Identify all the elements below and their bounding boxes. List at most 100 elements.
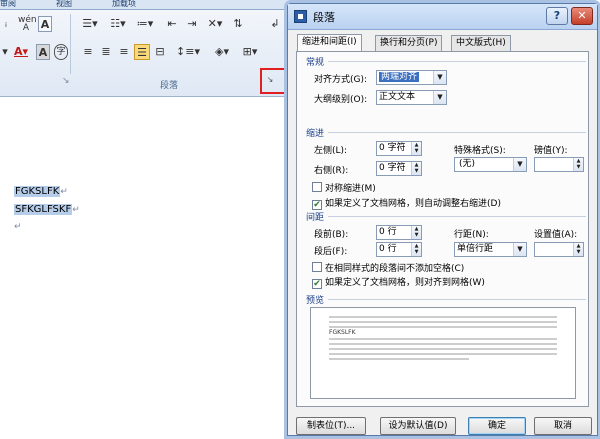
spin-arrows-icon[interactable]: ▲ ▼ bbox=[411, 226, 421, 239]
ok-button[interactable]: 确定 bbox=[468, 417, 526, 435]
tab-indent-spacing[interactable]: 缩进和间距(I) bbox=[297, 34, 362, 52]
indent-by-label: 磅值(Y): bbox=[534, 146, 568, 156]
preview-line bbox=[329, 316, 557, 318]
ribbon-separator bbox=[70, 14, 71, 74]
format-painter-icon[interactable]: ᵢ bbox=[0, 16, 12, 32]
outline-level-select[interactable]: 正文文本 ▼ bbox=[376, 90, 447, 105]
preview-line bbox=[329, 338, 557, 340]
chinese-layout-icon[interactable]: ✕▾ bbox=[204, 16, 226, 32]
dialog-title: 段落 bbox=[313, 11, 335, 24]
cancel-button[interactable]: 取消 bbox=[534, 417, 592, 435]
ribbon-tab-review[interactable]: 审阅 bbox=[0, 0, 16, 9]
alignment-select[interactable]: 两端对齐 ▼ bbox=[376, 70, 447, 85]
space-after-spinner[interactable]: 0 行 ▲ ▼ bbox=[376, 242, 422, 257]
no-space-same-style-checkbox[interactable]: 在相同样式的段落间不添加空格(C) bbox=[312, 261, 464, 274]
align-left-icon[interactable]: ≡ bbox=[80, 44, 96, 60]
section-divider bbox=[328, 216, 586, 217]
preview-line bbox=[329, 348, 557, 350]
spin-arrows-icon[interactable]: ▲ ▼ bbox=[411, 142, 421, 155]
space-after-label: 段后(F): bbox=[314, 247, 348, 257]
font-group-launcher-icon[interactable]: ↘ bbox=[62, 76, 70, 86]
preview-line bbox=[329, 321, 557, 323]
spacing-at-label: 设置值(A): bbox=[534, 230, 578, 240]
char-border-icon[interactable]: A bbox=[38, 16, 52, 32]
preview-line bbox=[329, 343, 557, 345]
mirror-indent-label: 对称缩进(M) bbox=[325, 184, 376, 194]
decrease-indent-icon[interactable]: ⇤ bbox=[164, 16, 180, 32]
distribute-icon[interactable]: ⊟ bbox=[152, 44, 168, 60]
checkmark-icon: ✔ bbox=[312, 200, 322, 210]
numbering-icon[interactable]: ☷▾ bbox=[106, 16, 130, 32]
align-right-icon[interactable]: ≡ bbox=[116, 44, 132, 60]
sort-icon[interactable]: ⇅ bbox=[230, 16, 246, 32]
chevron-down-icon: ▼ bbox=[433, 71, 446, 84]
spin-arrows-icon[interactable]: ▲ ▼ bbox=[573, 158, 583, 171]
line-spacing-select[interactable]: 单倍行距 ▼ bbox=[454, 242, 527, 257]
right-indent-label: 右侧(R): bbox=[314, 166, 349, 176]
bullets-icon[interactable]: ☰▾ bbox=[78, 16, 102, 32]
set-default-button[interactable]: 设为默认值(D) bbox=[380, 417, 456, 435]
space-before-value: 0 行 bbox=[379, 227, 397, 237]
special-indent-select[interactable]: (无) ▼ bbox=[454, 157, 527, 172]
close-button[interactable]: ✕ bbox=[571, 7, 593, 25]
line-spacing-label: 行距(N): bbox=[454, 230, 489, 240]
tab-line-page-breaks[interactable]: 换行和分页(P) bbox=[375, 35, 443, 51]
tabs-button[interactable]: 制表位(T)... bbox=[296, 417, 366, 435]
indent-by-spinner[interactable]: ▲ ▼ bbox=[534, 157, 584, 172]
section-spacing: 间距 bbox=[306, 213, 325, 223]
font-color-icon[interactable]: A▾ bbox=[10, 44, 32, 60]
left-indent-value: 0 字符 bbox=[379, 143, 406, 153]
align-center-icon[interactable]: ≣ bbox=[98, 44, 114, 60]
spacing-at-spinner[interactable]: ▲ ▼ bbox=[534, 242, 584, 257]
no-space-same-style-label: 在相同样式的段落间不添加空格(C) bbox=[325, 264, 465, 274]
char-shading-icon[interactable]: A bbox=[36, 44, 50, 60]
spin-arrows-icon[interactable]: ▲ ▼ bbox=[573, 243, 583, 256]
right-indent-spinner[interactable]: 0 字符 ▲ ▼ bbox=[376, 161, 422, 176]
preview-sample-text: FGKSLFK bbox=[329, 329, 356, 336]
preview-line bbox=[329, 358, 469, 360]
word-ribbon: 审阅 视图 加载项 ᵢ wén A A ☰▾ ☷▾ ≔▾ ⇤ ⇥ ✕▾ ⇅ ↲ ▾… bbox=[0, 0, 300, 97]
outline-level-label: 大纲级别(O): bbox=[314, 95, 368, 105]
shading-icon[interactable]: ◈▾ bbox=[210, 44, 234, 60]
ribbon-row-2: ▾ A▾ A 字 ≡ ≣ ≡ ☰ ⊟ ↕≡▾ ◈▾ ⊞▾ bbox=[0, 44, 300, 66]
justify-icon[interactable]: ☰ bbox=[134, 44, 150, 60]
ribbon-tab-view[interactable]: 视图 bbox=[56, 0, 72, 9]
chevron-down-icon: ▼ bbox=[433, 91, 446, 104]
space-before-spinner[interactable]: 0 行 ▲ ▼ bbox=[376, 225, 422, 240]
line-spacing-icon[interactable]: ↕≡▾ bbox=[176, 44, 200, 60]
document-line-3: ↵ bbox=[14, 222, 22, 232]
borders-icon[interactable]: ⊞▾ bbox=[238, 44, 262, 60]
space-before-label: 段前(B): bbox=[314, 230, 349, 240]
tab-asian-typography[interactable]: 中文版式(H) bbox=[451, 35, 511, 51]
special-indent-label: 特殊格式(S): bbox=[454, 146, 506, 156]
spin-arrows-icon[interactable]: ▲ ▼ bbox=[411, 243, 421, 256]
auto-adjust-indent-checkbox[interactable]: ✔ 如果定义了文档网格，则自动调整右缩进(D) bbox=[312, 196, 501, 210]
left-indent-spinner[interactable]: 0 字符 ▲ ▼ bbox=[376, 141, 422, 156]
ribbon-tab-strip: 审阅 视图 加载项 bbox=[0, 0, 300, 10]
auto-adjust-indent-label: 如果定义了文档网格，则自动调整右缩进(D) bbox=[325, 199, 501, 209]
section-divider bbox=[328, 299, 586, 300]
enclose-char-icon[interactable]: 字 bbox=[54, 44, 68, 60]
launcher-highlight-box bbox=[260, 68, 286, 94]
ribbon-tab-addins[interactable]: 加载项 bbox=[112, 0, 136, 9]
line-spacing-value: 单倍行距 bbox=[457, 244, 494, 254]
help-button[interactable]: ? bbox=[546, 7, 568, 25]
alignment-value: 两端对齐 bbox=[379, 72, 420, 82]
alignment-label: 对齐方式(G): bbox=[314, 75, 368, 85]
mirror-indent-checkbox[interactable]: 对称缩进(M) bbox=[312, 181, 376, 194]
chevron-down-icon: ▼ bbox=[513, 158, 526, 171]
ribbon-row-1: ᵢ wén A A ☰▾ ☷▾ ≔▾ ⇤ ⇥ ✕▾ ⇅ ↲ bbox=[0, 16, 300, 38]
snap-to-grid-checkbox[interactable]: ✔ 如果定义了文档网格，则对齐到网格(W) bbox=[312, 275, 485, 289]
pinyin-guide-icon[interactable]: wén A bbox=[18, 16, 37, 33]
spin-arrows-icon[interactable]: ▲ ▼ bbox=[411, 162, 421, 175]
text-effects-icon[interactable]: ▾ bbox=[0, 44, 10, 60]
preview-line bbox=[329, 326, 557, 328]
multilevel-list-icon[interactable]: ≔▾ bbox=[134, 16, 156, 32]
paragraph-dialog: 段落 ? ✕ 缩进和间距(I) 换行和分页(P) 中文版式(H) 常规 对齐方式… bbox=[287, 3, 598, 436]
dialog-titlebar[interactable]: 段落 ? ✕ bbox=[288, 4, 597, 30]
increase-indent-icon[interactable]: ⇥ bbox=[184, 16, 200, 32]
section-divider bbox=[328, 132, 586, 133]
section-preview: 预览 bbox=[306, 296, 325, 306]
show-marks-icon[interactable]: ↲ bbox=[268, 16, 282, 32]
space-after-value: 0 行 bbox=[379, 244, 397, 254]
